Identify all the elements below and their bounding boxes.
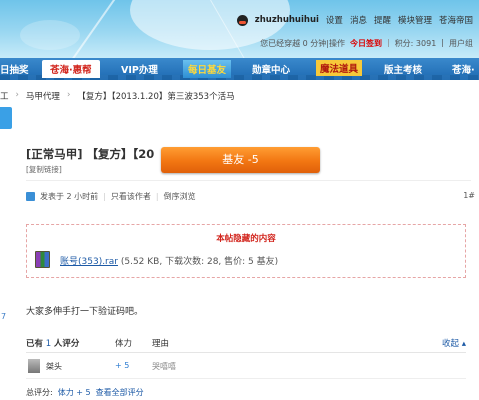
rating-reason: 哭嘻嘻	[152, 362, 176, 371]
side-tab-button[interactable]	[0, 107, 12, 129]
nav-item-magic-items[interactable]: 魔法道具	[316, 60, 363, 76]
divider: |	[441, 38, 444, 47]
total-label: 总评分:	[26, 388, 53, 397]
divider	[26, 352, 466, 353]
breadcrumb: 工 › 马甲代理 › 【复方】【2013.1.20】第三波353个活马	[0, 90, 235, 102]
breadcrumb-item[interactable]: 马甲代理	[26, 90, 60, 102]
module-manage-link[interactable]: 模块管理	[398, 14, 432, 26]
rating-count: 已有 1 人评分	[26, 337, 79, 349]
rating-score: + 5	[115, 361, 130, 370]
breadcrumb-item[interactable]: 工	[0, 90, 9, 102]
collapse-button[interactable]: 收起 ▴	[442, 337, 466, 349]
divider: |	[155, 192, 159, 201]
rating-count-number[interactable]: 1	[46, 339, 51, 349]
divider: |	[103, 192, 106, 201]
rating-total: 总评分: 体力 + 5 查看全部评分	[26, 387, 144, 398]
only-author-link[interactable]: 只看该作者	[111, 191, 151, 202]
user-toolbar: zhuzhuhuihui 设置 消息 提醒 模块管理 苍海帝国	[236, 14, 473, 26]
nav-item-lottery[interactable]: 日抽奖	[0, 62, 29, 76]
breadcrumb-item[interactable]: 【复方】【2013.1.20】第三波353个活马	[77, 90, 234, 102]
total-value: 体力 + 5	[57, 388, 91, 397]
reminders-link[interactable]: 提醒	[374, 14, 391, 26]
user-group-link[interactable]: 用户组	[449, 38, 473, 49]
attachment-info: (5.52 KB, 下载次数: 28, 售价: 5 基友)	[120, 257, 279, 267]
avatar[interactable]	[28, 359, 40, 373]
penguin-icon	[236, 14, 248, 26]
site-banner: zhuzhuhuihui 设置 消息 提醒 模块管理 苍海帝国 您已经穿越 0 …	[0, 0, 479, 58]
checkin-link[interactable]: 今日签到	[350, 38, 382, 49]
nav-item-moderator-exam[interactable]: 版主考核	[384, 62, 422, 76]
view-all-ratings-link[interactable]: 查看全部评分	[96, 387, 144, 398]
breadcrumb-arrow-icon: ›	[15, 90, 19, 100]
attachment-line: 账号(353).rar (5.52 KB, 下载次数: 28, 售价: 5 基友…	[60, 254, 278, 267]
copy-link-button[interactable]: [复制链接]	[26, 164, 62, 175]
rating-row: 桀头 + 5 哭嘻嘻	[26, 358, 466, 376]
rating-col-reason: 理由	[152, 339, 170, 349]
hidden-content-title: 本帖隐藏的内容	[216, 234, 276, 244]
username-link[interactable]: zhuzhuhuihui	[255, 15, 319, 25]
rating-suffix: 人评分	[53, 339, 80, 349]
messages-link[interactable]: 消息	[350, 14, 367, 26]
online-time-text: 您已经穿越 0 分钟|操作	[260, 39, 345, 48]
rating-col-score: 体力	[115, 339, 133, 349]
side-number: 7	[1, 312, 7, 321]
rating-header: 已有 1 人评分 体力 理由 收起 ▴	[26, 335, 466, 351]
reverse-order-link[interactable]: 倒序浏览	[164, 191, 196, 202]
breadcrumb-arrow-icon: ›	[66, 90, 71, 100]
nav-item-medals[interactable]: 勋章中心	[252, 62, 290, 76]
divider: |	[386, 38, 390, 47]
author-icon	[26, 192, 35, 201]
floor-number[interactable]: 1#	[463, 191, 475, 200]
settings-link[interactable]: 设置	[326, 14, 343, 26]
rating-prefix: 已有	[26, 339, 44, 349]
nav-item-daily-friend[interactable]: 每日基友	[183, 60, 232, 78]
attachment-link[interactable]: 账号(353).rar	[60, 257, 118, 267]
nav-item-vip[interactable]: VIP办理	[121, 62, 158, 76]
divider	[26, 378, 466, 379]
post-content: 大家多伸手打一下验证码吧。	[26, 307, 144, 317]
nav-item-canghai[interactable]: 苍海·	[452, 62, 475, 76]
rar-archive-icon	[35, 251, 50, 268]
rater-name[interactable]: 桀头	[46, 361, 62, 372]
thread-title: [正常马甲] 【复方】【20	[26, 147, 155, 161]
main-nav: 日抽奖 苍海·惠帮 VIP办理 每日基友 勋章中心 魔法道具 版主考核 苍海·	[0, 58, 479, 80]
hidden-content-box: 本帖隐藏的内容 账号(353).rar (5.52 KB, 下载次数: 28, …	[26, 224, 466, 278]
banner-cloud	[20, 20, 80, 50]
empire-link[interactable]: 苍海帝国	[439, 14, 473, 26]
points-link[interactable]: 积分: 3091	[395, 38, 437, 49]
post-time: 发表于 2 小时前	[40, 192, 99, 201]
points-change-popup: 基友 -5	[161, 147, 320, 173]
nav-item-canghai-help[interactable]: 苍海·惠帮	[42, 60, 100, 78]
divider	[26, 180, 471, 181]
post-meta: 发表于 2 小时前 | 只看该作者 | 倒序浏览	[26, 191, 196, 202]
status-row: 您已经穿越 0 分钟|操作 今日签到 | 积分: 3091 | 用户组	[260, 38, 473, 49]
